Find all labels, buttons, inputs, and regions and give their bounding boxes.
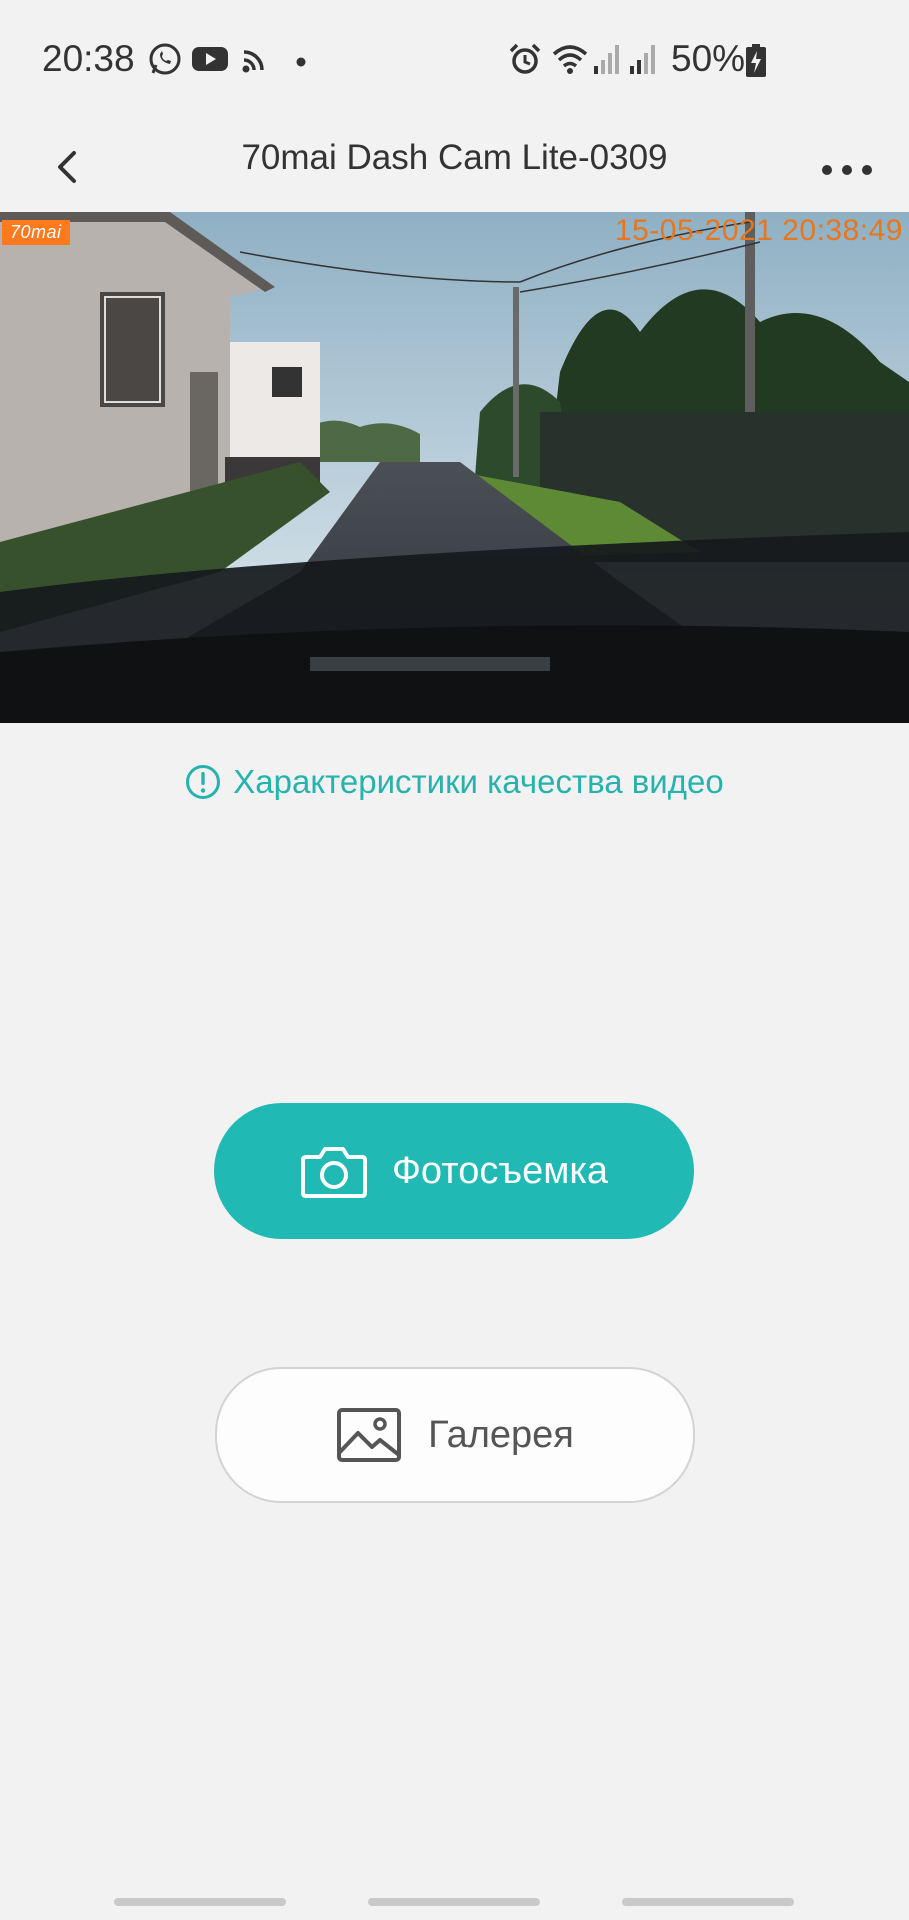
signal-icon [592,42,622,81]
gallery-button[interactable]: Галерея [215,1367,695,1503]
cast-icon [240,42,270,81]
video-quality-link[interactable]: Характеристики качества видео [0,757,909,807]
dot-icon [296,54,306,72]
gallery-label: Галерея [428,1413,574,1456]
more-options-button[interactable] [815,137,879,197]
more-horizontal-icon [822,165,872,175]
page-title: 70mai Dash Cam Lite-0309 [241,138,668,177]
battery-charging-icon [745,44,767,83]
status-time: 20:38 [42,38,135,79]
chevron-left-icon [58,151,76,183]
app-bar: 70mai Dash Cam Lite-0309 [0,122,909,212]
signal-icon [628,42,658,81]
video-timestamp: 15-05-2021 20:38:49 [614,214,903,247]
wifi-icon [552,42,588,81]
youtube-icon [191,42,229,81]
info-circle-icon [186,765,221,799]
back-button[interactable] [40,137,100,197]
live-video-preview[interactable]: 70mai 15-05-2021 20:38:49 [0,212,909,723]
take-photo-label: Фотосъемка [392,1149,608,1192]
video-quality-label: Характеристики качества видео [233,763,724,800]
system-nav-bar [0,1880,909,1920]
nav-home-button[interactable] [368,1898,540,1906]
image-icon [337,1408,402,1462]
dashcam-frame [0,212,909,723]
brand-watermark: 70mai [2,220,70,245]
battery-percent: 50% [671,38,746,79]
camera-icon [301,1147,368,1198]
status-bar: 20:38 50% [0,0,909,122]
take-photo-button[interactable]: Фотосъемка [214,1103,694,1239]
nav-recents-button[interactable] [114,1898,286,1906]
whatsapp-icon [148,42,182,81]
nav-back-button[interactable] [622,1898,794,1906]
alarm-icon [508,42,542,81]
